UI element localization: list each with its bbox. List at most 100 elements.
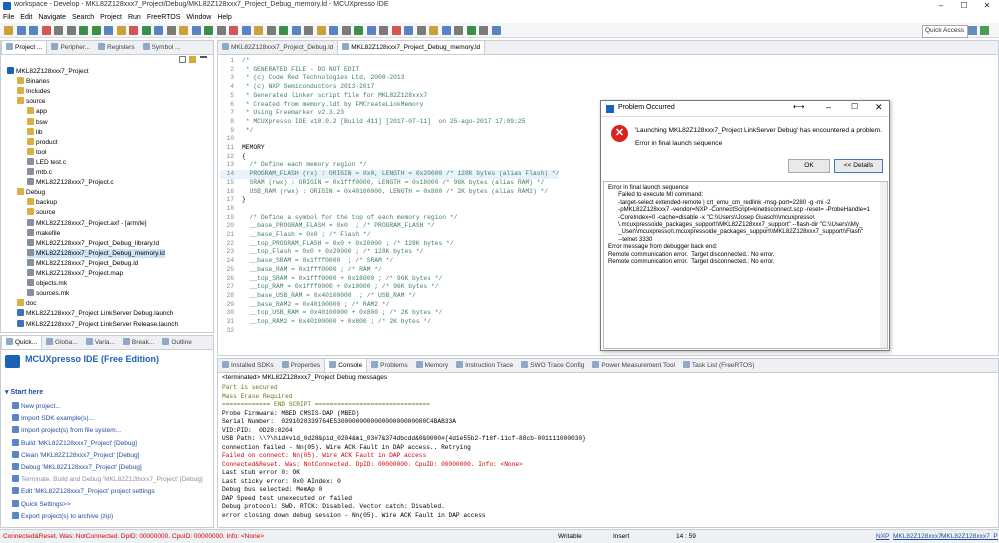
bottom-pane-tab[interactable]: Console [324, 359, 368, 372]
status-nxp-link[interactable]: NXP [876, 533, 889, 540]
quickstart-pane-tab[interactable]: Outline [158, 336, 196, 349]
menu-item-project[interactable]: Project [97, 12, 125, 23]
maximize-button[interactable]: ☐ [953, 0, 975, 12]
toolbar-button-icon[interactable] [329, 26, 338, 35]
tree-item[interactable]: MKL82Z128xxx7_Project.axf - [arm/le] [27, 218, 147, 228]
toolbar-button-icon[interactable] [191, 26, 201, 35]
toolbar-button-icon[interactable] [429, 26, 438, 35]
quickstart-item[interactable]: Quick Settings>> [12, 499, 71, 509]
menu-item-edit[interactable]: Edit [17, 12, 35, 23]
toolbar-button-icon[interactable] [29, 26, 38, 35]
menu-item-freertos[interactable]: FreeRTOS [144, 12, 184, 23]
toolbar-button-icon[interactable] [79, 26, 88, 35]
tree-item[interactable]: source [17, 97, 46, 106]
tree-item[interactable]: bsw [27, 117, 48, 127]
tree-item[interactable]: mtb.c [27, 168, 52, 177]
tree-item[interactable]: lib [27, 127, 43, 137]
collapse-all-icon[interactable] [179, 56, 186, 63]
bottom-pane-tab[interactable]: Problems [367, 359, 411, 372]
quickstart-item[interactable]: Debug 'MKL82Z128xxx7_Project' [Debug] [12, 463, 142, 472]
toolbar-button-icon[interactable] [266, 26, 276, 35]
toolbar-button-icon[interactable] [241, 26, 251, 35]
dialog-close-button[interactable]: ✕ [875, 102, 883, 113]
menu-item-navigate[interactable]: Navigate [35, 12, 69, 23]
quickstart-item[interactable]: Import SDK example(s)... [12, 414, 94, 423]
toolbar-button-icon[interactable] [404, 26, 413, 35]
console-output[interactable]: Part is secured Mass Erase Required ======… [218, 384, 998, 527]
toolbar-button-icon[interactable] [466, 26, 476, 35]
toolbar-button-icon[interactable] [341, 26, 351, 35]
details-textarea[interactable]: Error in final launch sequence Failed to… [603, 181, 888, 349]
tree-item[interactable]: sources.mk [27, 289, 69, 298]
toolbar-button-icon[interactable] [479, 26, 488, 35]
toolbar-button-icon[interactable] [16, 26, 26, 35]
tree-item[interactable]: MKL82Z128xxx7_Project_Debug_memory.ld [27, 248, 165, 258]
toolbar-button-icon[interactable] [154, 26, 163, 35]
toolbar-button-icon[interactable] [141, 26, 151, 35]
toolbar-button-icon[interactable] [229, 26, 238, 35]
project-pane-tab[interactable]: Peripher... [47, 41, 94, 54]
quickstart-item[interactable]: Terminate, Build and Debug 'MKL82Z128xxx… [12, 475, 203, 484]
link-editor-icon[interactable] [189, 56, 196, 63]
quickstart-item[interactable]: Edit 'MKL82Z128xxx7_Project' project set… [12, 487, 155, 496]
toolbar-button-icon[interactable] [379, 26, 388, 35]
quickstart-pane-tab[interactable]: Quick... [1, 336, 43, 349]
toolbar-button-icon[interactable] [116, 26, 126, 35]
tree-item[interactable]: Includes [17, 87, 50, 96]
tree-item[interactable]: source [27, 208, 56, 217]
toolbar-button-icon[interactable] [254, 26, 263, 35]
quickstart-pane-tab[interactable]: Break... [119, 336, 158, 349]
toolbar-button-icon[interactable] [316, 26, 326, 35]
bottom-pane-tab[interactable]: Instruction Trace [452, 359, 517, 372]
tree-item[interactable]: MKL82Z128xxx7_Project LinkServer Release… [17, 319, 178, 329]
bottom-pane-tab[interactable]: Task List (FreeRTOS) [679, 359, 759, 372]
menu-item-run[interactable]: Run [125, 12, 144, 23]
toolbar-button-icon[interactable] [304, 26, 313, 35]
close-window-button[interactable]: ✕ [976, 0, 998, 12]
toolbar-button-icon[interactable] [104, 26, 113, 35]
toolbar-button-icon[interactable] [66, 26, 76, 35]
bottom-pane-tab[interactable]: Properties [278, 359, 325, 372]
tree-item[interactable]: tool [27, 147, 46, 157]
toolbar-button-icon[interactable] [454, 26, 463, 35]
menu-item-window[interactable]: Window [183, 12, 214, 23]
tree-item[interactable]: MKL82Z128xxx7_Project [7, 67, 89, 76]
tree-item[interactable]: doc [17, 299, 36, 308]
tree-item[interactable]: LED test.c [27, 157, 66, 167]
quickstart-item[interactable]: Clean 'MKL82Z128xxx7_Project' [Debug] [12, 450, 139, 460]
status-project-link[interactable]: MKL82Z128xxx7_Project [941, 533, 998, 540]
tree-item[interactable]: backup [27, 198, 57, 207]
minimize-button[interactable]: – [930, 0, 952, 12]
tree-item[interactable]: makefile [27, 228, 60, 238]
toolbar-button-icon[interactable] [441, 26, 451, 35]
toolbar-button-icon[interactable] [391, 26, 401, 35]
toolbar-button-icon[interactable] [179, 26, 188, 35]
details-button[interactable]: << Details [834, 159, 883, 173]
toolbar-button-icon[interactable] [91, 26, 101, 35]
project-pane-tab[interactable]: Symbol ... [139, 41, 185, 54]
toolbar-button-icon[interactable] [491, 26, 501, 35]
quick-access-field[interactable]: Quick Access [922, 25, 968, 38]
bottom-pane-tab[interactable]: Installed SDKs [218, 359, 278, 372]
quickstart-item[interactable]: Import project(s) from file system... [12, 426, 121, 435]
dialog-maximize-button[interactable]: ☐ [851, 102, 858, 111]
project-pane-tab[interactable]: Project ... [1, 41, 48, 54]
toolbar-button-icon[interactable] [129, 26, 138, 35]
quickstart-item[interactable]: Build 'MKL82Z128xxx7_Project' [Debug] [12, 438, 137, 448]
details-scrollbar[interactable] [880, 182, 887, 348]
editor-tab[interactable]: MKL82Z128xxx7_Project_Debug_memory.ld [337, 41, 486, 54]
toolbar-button-icon[interactable] [291, 26, 301, 35]
menu-item-help[interactable]: Help [214, 12, 234, 23]
tree-item[interactable]: app [27, 107, 47, 116]
menu-item-search[interactable]: Search [69, 12, 97, 23]
quickstart-item[interactable]: Export project(s) to archive (zip) [12, 511, 113, 521]
view-menu-icon[interactable] [200, 56, 207, 63]
toolbar-button-icon[interactable] [279, 26, 288, 35]
status-device-link[interactable]: MKL82Z128xxx7 [893, 533, 942, 540]
debug-perspective-icon[interactable] [980, 26, 989, 35]
toolbar-button-icon[interactable] [41, 26, 51, 35]
quickstart-pane-tab[interactable]: Varia... [82, 336, 119, 349]
code-area[interactable]: 1/* 2 * GENERATED FILE - DO NOT EDIT 3 * (… [220, 57, 600, 353]
toolbar-button-icon[interactable] [366, 26, 376, 35]
quickstart-pane-tab[interactable]: Globa... [42, 336, 82, 349]
